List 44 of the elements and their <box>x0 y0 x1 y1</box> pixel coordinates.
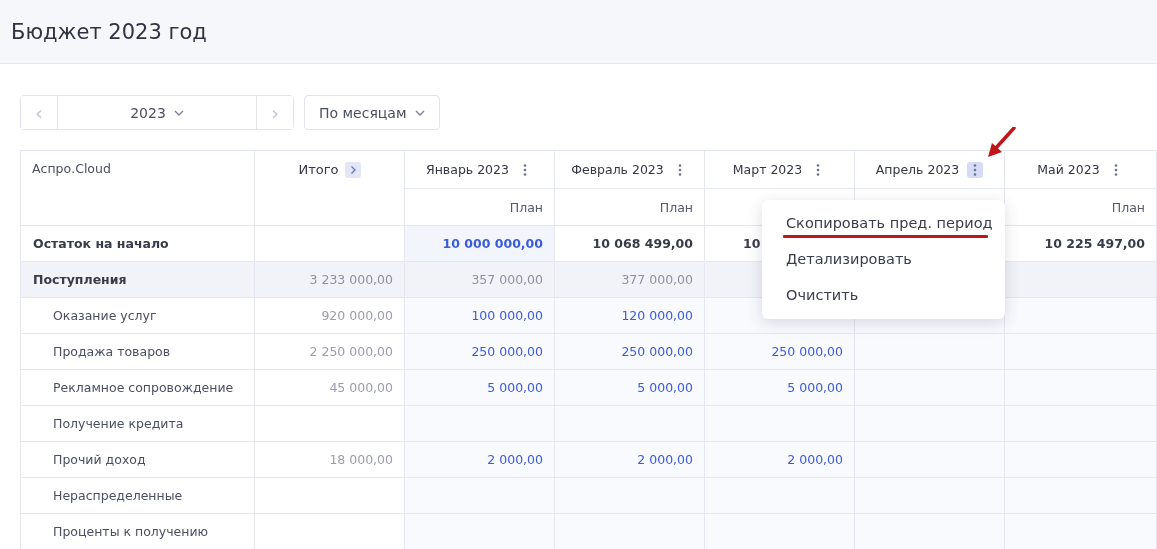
amount-value: 2 000,00 <box>637 452 693 467</box>
total-value: 18 000,00 <box>329 452 393 467</box>
amount-value: 10 068 499,00 <box>592 236 693 251</box>
year-dropdown[interactable]: 2023 <box>57 96 257 129</box>
arrow-annotation <box>986 127 1016 159</box>
amount-value: 10 000 000,00 <box>442 236 543 251</box>
amount-value: 120 000,00 <box>621 308 693 323</box>
more-icon[interactable] <box>967 161 984 178</box>
column-title: Итого <box>298 162 339 177</box>
amount-value: 5 000,00 <box>637 380 693 395</box>
total-value: 3 233 000,00 <box>309 272 393 287</box>
chevron-down-icon <box>414 109 425 116</box>
amount-value: 5 000,00 <box>787 380 843 395</box>
amount-value: 377 000,00 <box>621 272 693 287</box>
plan-label: План <box>1111 199 1145 215</box>
amount-value: 100 000,00 <box>471 308 543 323</box>
month-title: Май 2023 <box>1037 162 1100 177</box>
month-title: Март 2023 <box>732 162 803 177</box>
total-value: 920 000,00 <box>321 308 393 323</box>
month-title: Февраль 2023 <box>571 162 664 177</box>
menu-item[interactable]: Детализировать <box>762 241 1005 277</box>
amount-value: 250 000,00 <box>471 344 543 359</box>
amount-value: 10 225 497,00 <box>1044 236 1145 251</box>
total-value: 2 250 000,00 <box>309 344 393 359</box>
menu-item[interactable]: Очистить <box>762 277 1005 313</box>
page-title: Бюджет 2023 год <box>11 19 207 44</box>
grouping-dropdown[interactable]: По месяцам <box>304 95 440 130</box>
row-label: Поступления <box>21 262 255 298</box>
plan-label: План <box>659 199 693 215</box>
chevron-down-icon <box>173 109 184 116</box>
amount-value: 10 <box>743 236 761 251</box>
month-title: Апрель 2023 <box>875 162 960 177</box>
month-title: Январь 2023 <box>426 162 509 177</box>
amount-value: 250 000,00 <box>771 344 843 359</box>
expand-icon[interactable] <box>344 162 361 178</box>
amount-value: 357 000,00 <box>471 272 543 287</box>
menu-item[interactable]: Скопировать пред. период <box>762 205 1005 241</box>
total-value: 45 000,00 <box>329 380 393 395</box>
amount-value: 2 000,00 <box>787 452 843 467</box>
company-name: Аспро.Cloud <box>32 161 111 176</box>
amount-value: 5 000,00 <box>487 380 543 395</box>
amount-value: 250 000,00 <box>621 344 693 359</box>
plan-label: План <box>509 199 543 215</box>
amount-value: 2 000,00 <box>487 452 543 467</box>
